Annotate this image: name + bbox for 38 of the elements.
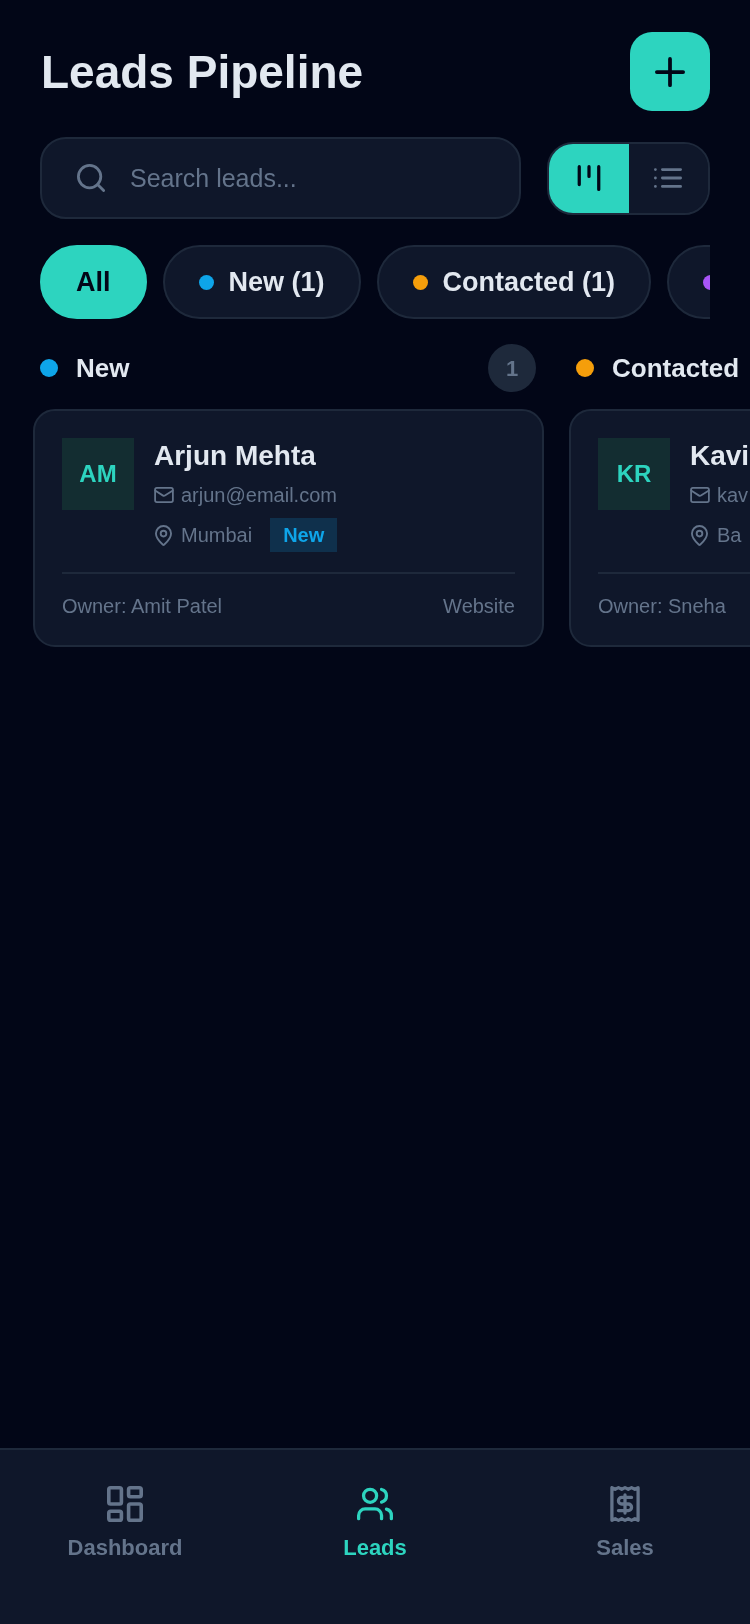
kanban-icon bbox=[575, 165, 602, 191]
avatar: AM bbox=[62, 438, 134, 510]
lead-name: Kavi bbox=[690, 439, 750, 473]
filter-chip[interactable]: New (1) bbox=[162, 245, 361, 319]
users-icon bbox=[357, 1486, 393, 1522]
avatar: KR bbox=[598, 438, 670, 510]
mail-icon bbox=[690, 487, 710, 503]
lead-email: kav bbox=[717, 483, 749, 508]
lead-location: Ba bbox=[717, 523, 742, 548]
mail-icon bbox=[154, 487, 174, 503]
lead-email: arjun@email.com bbox=[181, 483, 337, 508]
search-icon bbox=[77, 164, 105, 192]
lead-owner: Owner: Sneha bbox=[598, 594, 726, 619]
search-field[interactable]: Search leads... bbox=[40, 137, 521, 219]
filter-chip[interactable]: All bbox=[40, 245, 147, 319]
status-badge: New bbox=[270, 518, 338, 552]
lead-name: Arjun Mehta bbox=[154, 439, 317, 473]
dashboard-icon bbox=[107, 1486, 143, 1522]
column-title: New bbox=[76, 351, 130, 385]
page-title: Leads Pipeline bbox=[41, 44, 364, 100]
plus-icon bbox=[655, 56, 685, 87]
kanban-view-button[interactable] bbox=[549, 143, 629, 213]
location-pin-icon bbox=[691, 524, 708, 546]
lead-owner: Owner: Amit Patel bbox=[62, 594, 223, 619]
nav-tab[interactable]: Dashboard bbox=[61, 1486, 189, 1562]
lead-card[interactable]: KR Kavi kav Ba Owner: Sneha bbox=[569, 409, 750, 647]
lead-card[interactable]: AM Arjun Mehta arjun@email.com Mumbai New Owner: Amit Patel Website bbox=[33, 409, 544, 647]
lead-source: Website bbox=[443, 594, 515, 619]
nav-tab[interactable]: Sales bbox=[590, 1486, 660, 1562]
column-title: Contacted bbox=[612, 351, 740, 385]
filter-chip[interactable]: Contacted (1) bbox=[376, 245, 652, 319]
nav-tab[interactable]: Leads bbox=[337, 1486, 413, 1562]
location-pin-icon bbox=[155, 524, 172, 546]
count-badge: 1 bbox=[488, 344, 536, 392]
add-button[interactable] bbox=[630, 32, 710, 111]
lead-location: Mumbai bbox=[181, 523, 253, 548]
receipt-icon bbox=[607, 1486, 643, 1522]
list-icon bbox=[654, 168, 683, 188]
